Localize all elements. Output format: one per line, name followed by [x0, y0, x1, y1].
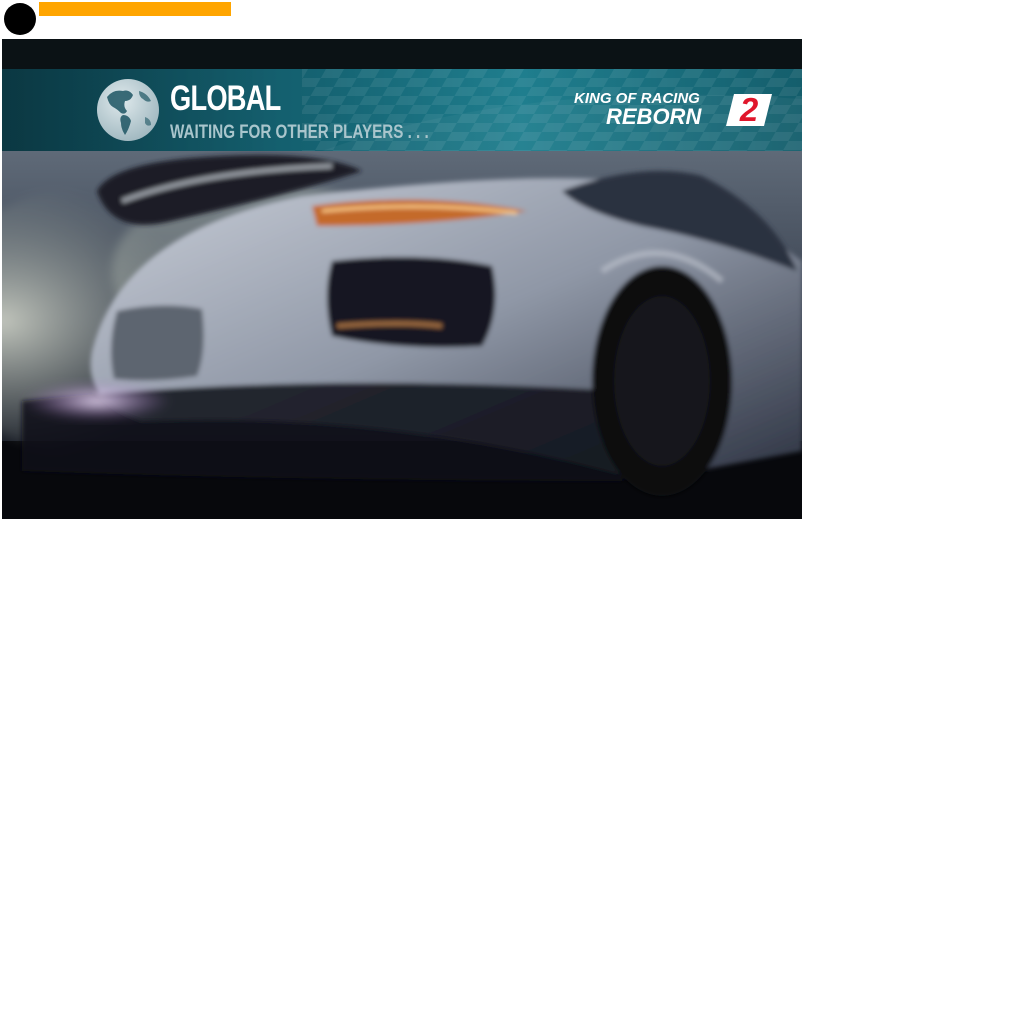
- top-strip: [2, 39, 802, 69]
- matchmaking-status: WAITING FOR OTHER PLAYERS . . .: [170, 122, 429, 143]
- loading-progress-bar: [39, 2, 456, 16]
- game-view[interactable]: GLOBAL WAITING FOR OTHER PLAYERS . . . K…: [2, 39, 802, 519]
- globe-icon: [97, 79, 159, 141]
- logo-number: 2: [739, 91, 759, 128]
- status-dot: [4, 3, 36, 35]
- loading-progress-fill: [39, 2, 231, 16]
- mode-title: GLOBAL: [170, 79, 281, 118]
- logo-number-badge: 2: [726, 91, 772, 128]
- logo-line2: REBORN: [606, 104, 702, 129]
- game-logo: KING OF RACING REBORN 2: [572, 91, 772, 131]
- matchmaking-banner: GLOBAL WAITING FOR OTHER PLAYERS . . . K…: [2, 69, 802, 151]
- race-car-artwork: [2, 151, 802, 519]
